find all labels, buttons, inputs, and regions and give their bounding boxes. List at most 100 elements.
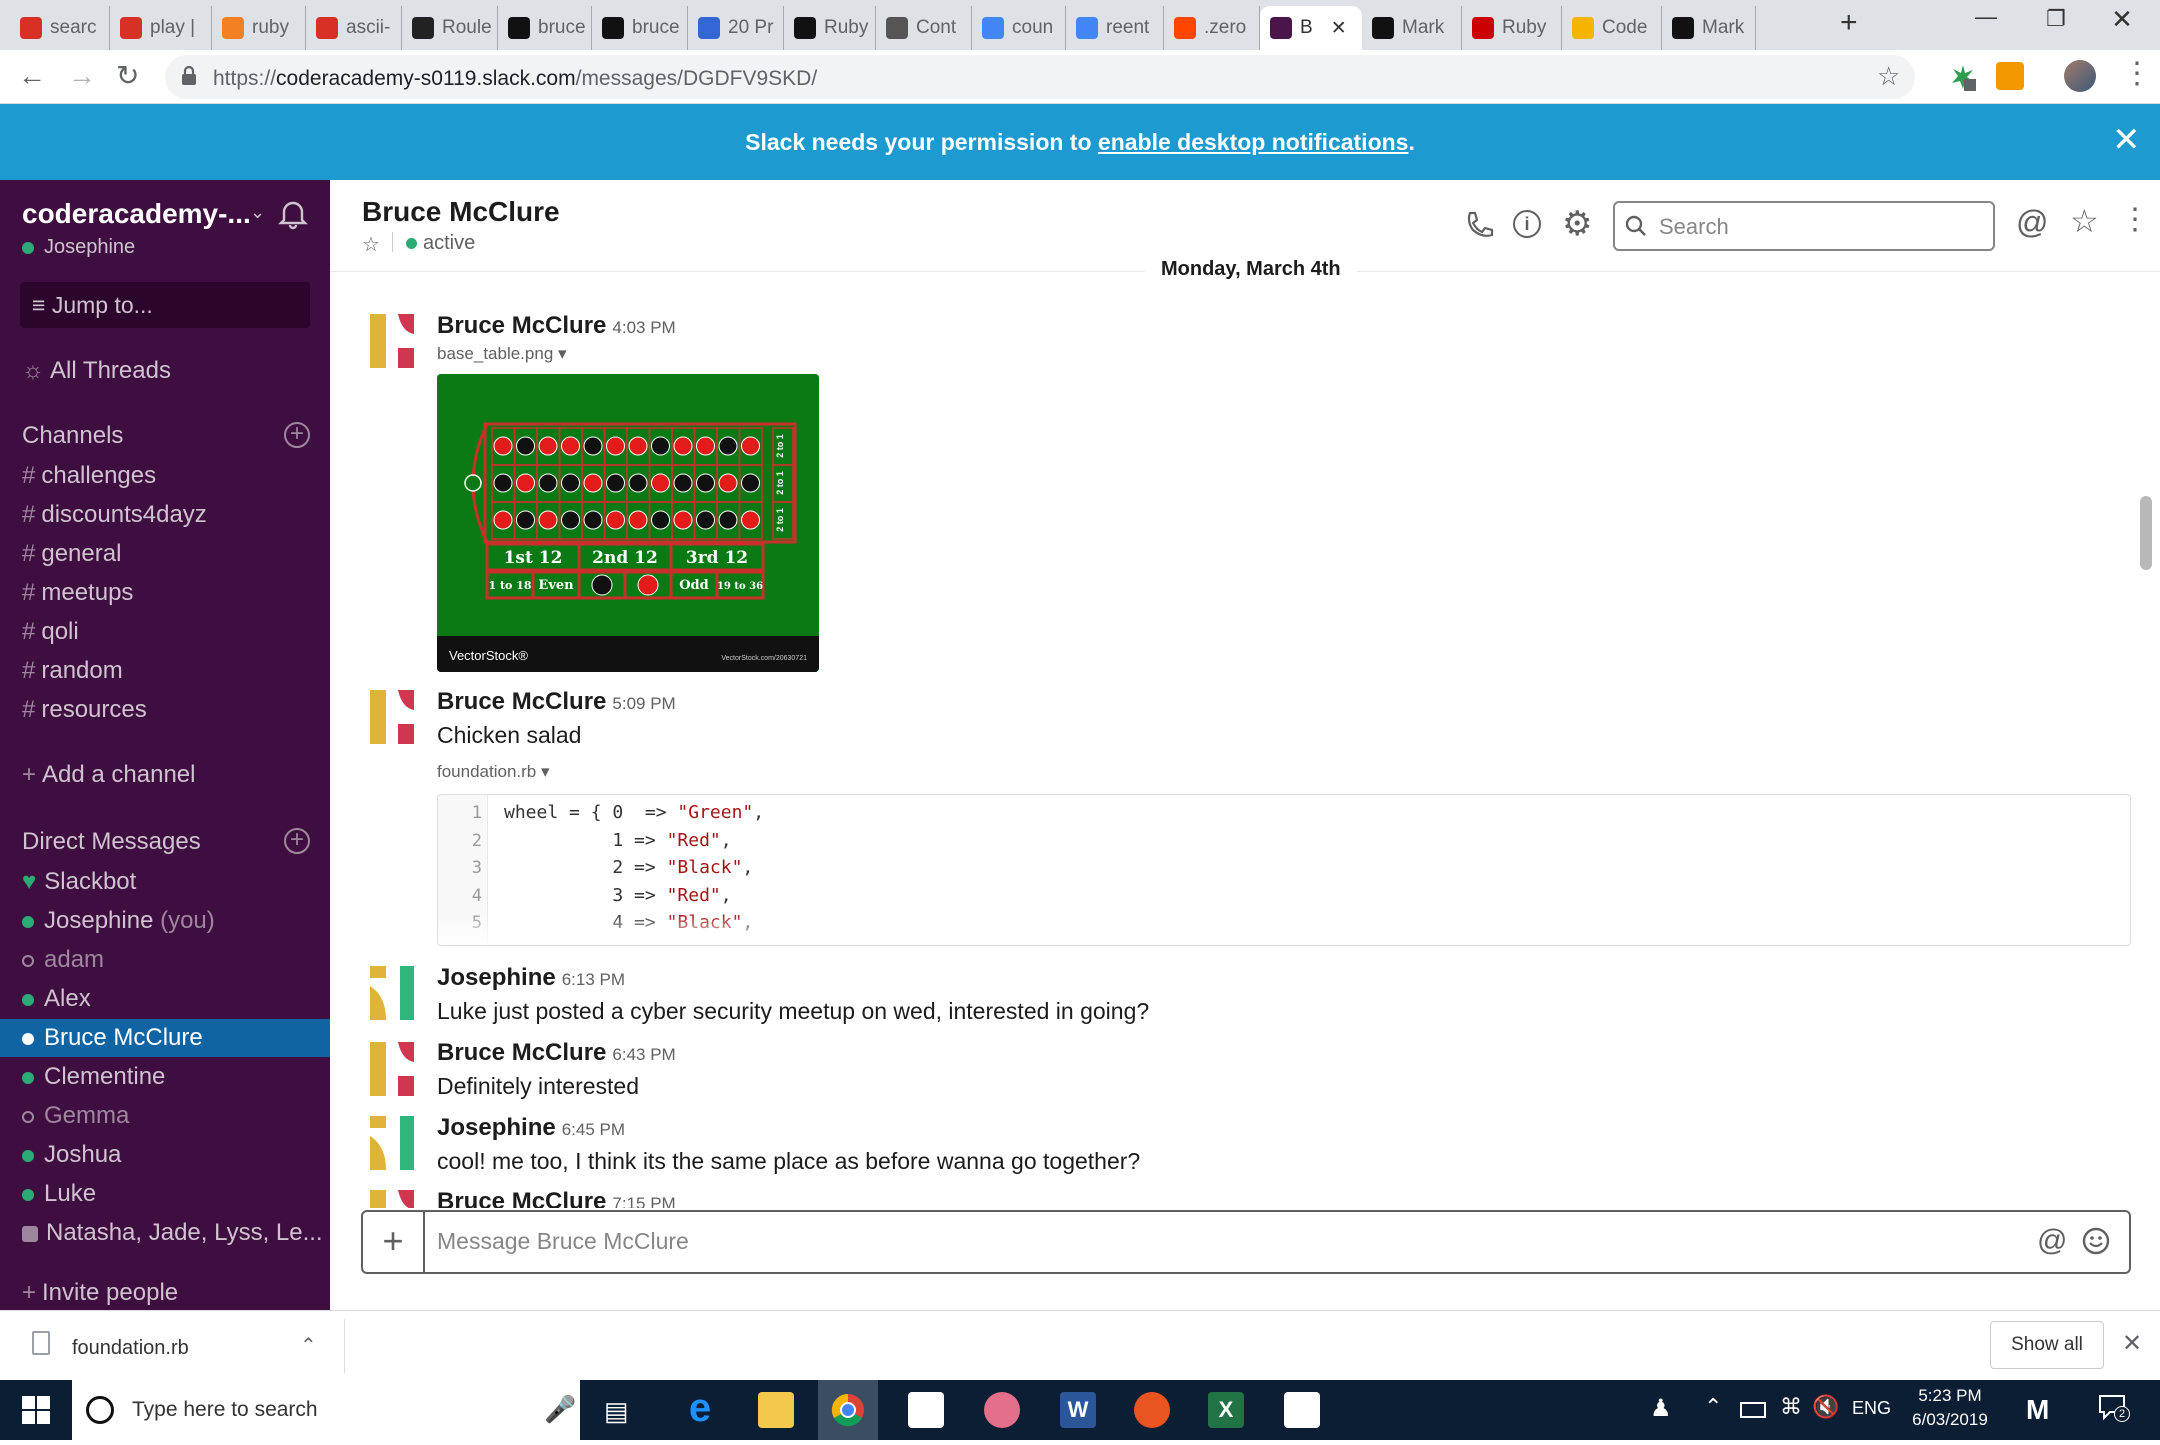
message-author[interactable]: Bruce McClure [437,312,606,339]
browser-tab[interactable]: 20 Pr [688,6,784,50]
sidebar-dm-item[interactable]: adam [0,941,330,979]
extension-icon[interactable] [1948,62,1978,92]
info-icon[interactable]: i [1513,210,1541,238]
avatar[interactable] [370,1190,414,1208]
browser-tab[interactable]: ruby [212,6,306,50]
code-snippet[interactable]: 1 wheel = { 0 => "Green", 2 1 => "Red", 3 2… [437,794,2131,946]
message-author[interactable]: Josephine [437,1114,556,1141]
browser-tab[interactable]: Mark [1362,6,1462,50]
conversation-title[interactable]: Bruce McClure [362,196,560,228]
mention-icon[interactable]: @ [2037,1224,2067,1258]
search-input[interactable]: Search [1613,201,1995,251]
sidebar-dm-item[interactable]: Clementine [0,1058,330,1096]
dm-heading[interactable]: Direct Messages [22,828,201,856]
address-bar[interactable]: https://coderacademy-s0119.slack.com/mes… [165,55,1915,99]
message-time[interactable]: 4:03 PM [612,318,675,337]
wifi-icon[interactable]: ⌘ [1780,1394,1802,1420]
avatar[interactable] [370,1116,414,1177]
forward-icon[interactable]: → [68,60,96,92]
invite-people-link[interactable]: + Invite people [0,1274,330,1310]
excel-icon[interactable]: X [1208,1392,1244,1428]
paint-icon[interactable] [984,1392,1020,1428]
shopping-extension-icon[interactable] [1996,62,2024,90]
sidebar-channel-item[interactable]: # resources [0,691,330,729]
workspace-name[interactable]: coderacademy-... [22,198,251,230]
file-explorer-icon[interactable] [758,1392,794,1428]
reload-icon[interactable]: ↻ [116,59,139,92]
action-center-icon[interactable]: 2 [2098,1394,2130,1422]
mentions-icon[interactable]: @ [2016,204,2048,241]
bookmark-star-icon[interactable]: ☆ [1877,61,1900,92]
show-all-button[interactable]: Show all [1990,1321,2104,1369]
add-channel-icon[interactable]: + [284,422,310,448]
sidebar-channel-item[interactable]: # challenges [0,457,330,495]
avatar[interactable] [370,966,414,1027]
browser-tab[interactable]: Ruby [784,6,876,50]
edge-icon[interactable]: e [682,1388,718,1428]
back-icon[interactable]: ← [18,60,46,92]
tab-close-icon[interactable]: ✕ [1331,17,1347,40]
language-indicator[interactable]: ENG [1852,1398,1891,1419]
sidebar-dm-item[interactable]: ♥ Slackbot [0,863,330,901]
people-icon[interactable]: ♟ [1650,1394,1672,1423]
close-downloads-icon[interactable]: ✕ [2122,1329,2142,1358]
clock[interactable]: 5:23 PM 6/03/2019 [1910,1386,1990,1430]
volume-muted-icon[interactable]: 🔇 [1812,1394,1839,1420]
attach-plus-button[interactable]: + [363,1212,425,1272]
window-close-icon[interactable]: ✕ [2092,4,2152,35]
profile-avatar[interactable] [2064,60,2096,92]
enable-notifications-link[interactable]: enable desktop notifications [1098,129,1409,155]
message-time[interactable]: 6:45 PM [562,1120,625,1139]
message-author[interactable]: Bruce McClure [437,688,606,715]
browser-tab[interactable]: bruce [498,6,592,50]
taskbar-search-box[interactable]: Type here to search 🎤 [72,1380,580,1440]
download-file-name[interactable]: foundation.rb [72,1337,189,1360]
tray-chevron-icon[interactable]: ⌃ [1704,1394,1722,1420]
sidebar-dm-item[interactable]: Josephine (you) [0,902,330,940]
all-threads-link[interactable]: ☼ All Threads [0,352,330,390]
add-channel-link[interactable]: + Add a channel [0,756,330,794]
bell-icon[interactable] [278,198,308,230]
file-name[interactable]: base_table.png [437,344,553,363]
browser-tab[interactable]: play | [110,6,212,50]
browser-menu-icon[interactable]: ⋮ [2122,56,2152,91]
emoji-icon[interactable] [2081,1226,2111,1256]
workspace-chevron-icon[interactable]: ⌄ [250,202,265,223]
browser-tab[interactable]: Code [1562,6,1662,50]
add-dm-icon[interactable]: + [284,828,310,854]
file-name[interactable]: foundation.rb [437,762,536,781]
avatar[interactable] [370,314,414,375]
avatar[interactable] [370,1042,414,1103]
starred-items-icon[interactable]: ☆ [2070,202,2099,240]
sidebar-channel-item[interactable]: # general [0,535,330,573]
store-icon[interactable] [908,1392,944,1428]
avatar[interactable] [370,690,414,751]
message-time[interactable]: 6:43 PM [612,1045,675,1064]
message-author[interactable]: Bruce McClure [437,1039,606,1066]
message-author[interactable]: Josephine [437,964,556,991]
settings-gear-icon[interactable]: ⚙ [1562,204,1592,244]
browser-tab[interactable]: coun [972,6,1066,50]
task-view-icon[interactable]: ▤ [604,1396,629,1427]
chrome-taskbar-active[interactable] [818,1380,878,1440]
browser-tab[interactable]: B ✕ [1260,6,1362,50]
download-chevron-icon[interactable]: ⌃ [300,1333,317,1358]
sidebar-dm-item[interactable]: Alex [0,980,330,1018]
message-input[interactable]: Message Bruce McClure [437,1228,689,1255]
new-tab-icon[interactable]: + [1840,6,1858,40]
star-conversation-icon[interactable]: ☆ [362,232,380,257]
ubuntu-icon[interactable] [1134,1392,1170,1428]
image-preview-roulette-table[interactable]: 2 to 12 to 12 to 1 1st 12 2nd 12 3rd 12 … [437,374,819,672]
browser-tab[interactable]: searc [10,6,110,50]
browser-tab[interactable]: Cont [876,6,972,50]
restore-icon[interactable]: ❐ [2026,6,2086,32]
browser-tab[interactable]: Roule [402,6,498,50]
sidebar-dm-item[interactable]: Bruce McClure [0,1019,330,1057]
browser-tab[interactable]: bruce [592,6,688,50]
message-time[interactable]: 6:13 PM [562,970,625,989]
sidebar-channel-item[interactable]: # meetups [0,574,330,612]
browser-tab[interactable]: ascii- [306,6,402,50]
sidebar-channel-item[interactable]: # random [0,652,330,690]
phone-icon[interactable] [1464,210,1494,240]
ime-icon[interactable]: M [2026,1394,2049,1426]
